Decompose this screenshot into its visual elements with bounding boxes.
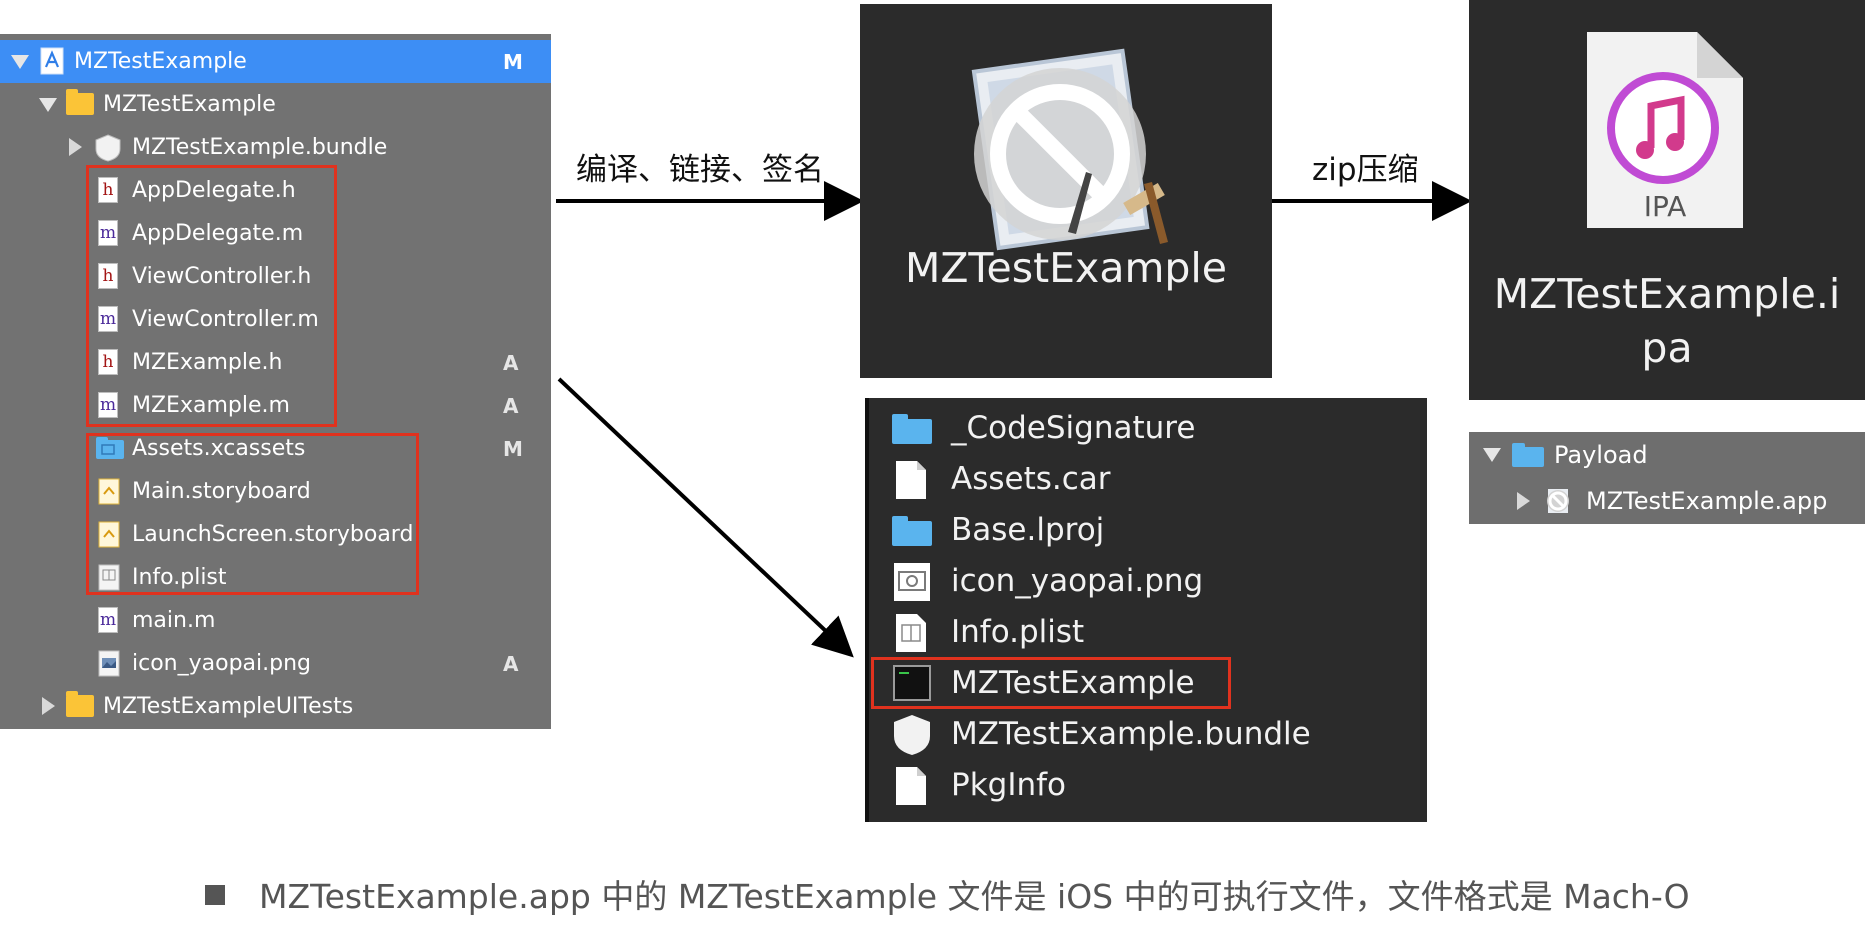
bundle-item[interactable]: Base.lproj xyxy=(869,505,1429,555)
folder-icon xyxy=(1512,443,1544,467)
app-name-label: MZTestExample xyxy=(904,244,1228,292)
bundle-item[interactable]: icon_yaopai.png xyxy=(869,556,1429,606)
payload-folder-row[interactable]: Payload xyxy=(1469,432,1865,478)
ipa-name-line2: pa xyxy=(1641,324,1693,372)
caption-line: MZTestExample.app 中的 MZTestExample 文件是 i… xyxy=(205,870,1690,918)
bundle-item[interactable]: MZTestExample.bundle xyxy=(869,709,1429,759)
payload-panel: Payload MZTestExample.app xyxy=(1469,432,1865,524)
payload-app-label: MZTestExample.app xyxy=(1586,487,1828,515)
app-bundle-icon xyxy=(1547,489,1569,513)
bundle-item-label: _CodeSignature xyxy=(951,410,1196,446)
bundle-item-label: Assets.car xyxy=(951,461,1111,497)
bundle-item-label: Info.plist xyxy=(951,614,1085,650)
square-bullet-icon xyxy=(205,884,225,905)
zip-label: zip压缩 xyxy=(1312,152,1419,188)
caption-text: MZTestExample.app 中的 MZTestExample 文件是 i… xyxy=(259,877,1690,916)
ipa-badge-label: IPA xyxy=(1643,190,1687,223)
folder-icon xyxy=(892,414,932,444)
bundle-item-label: icon_yaopai.png xyxy=(951,563,1204,599)
executable-highlight xyxy=(871,657,1231,709)
payload-label: Payload xyxy=(1554,441,1648,469)
plist-icon xyxy=(896,614,926,652)
image-file-icon xyxy=(894,563,930,601)
bundle-item[interactable]: Info.plist xyxy=(869,607,1429,657)
ipa-name-line1: MZTestExample.i xyxy=(1493,270,1841,318)
app-icon-panel: MZTestExample xyxy=(860,4,1272,378)
document-icon xyxy=(896,767,926,805)
payload-app-row[interactable]: MZTestExample.app xyxy=(1469,478,1865,524)
document-icon xyxy=(896,461,926,499)
bundle-item-label: Base.lproj xyxy=(951,512,1105,548)
app-bundle-contents: _CodeSignature Assets.car Base.lproj ico… xyxy=(865,398,1427,822)
bundle-shield-icon xyxy=(894,715,930,755)
bundle-item-label: PkgInfo xyxy=(951,767,1066,803)
folder-icon xyxy=(892,516,932,546)
ipa-panel: IPA MZTestExample.i pa xyxy=(1469,0,1865,400)
compile-link-sign-label: 编译、链接、签名 xyxy=(576,152,824,188)
disclosure-down-icon[interactable] xyxy=(1483,448,1501,462)
bundle-item[interactable]: Assets.car xyxy=(869,454,1429,504)
bundle-item[interactable]: _CodeSignature xyxy=(869,403,1429,453)
contents-arrow xyxy=(557,377,854,658)
disclosure-right-icon[interactable] xyxy=(1517,492,1530,510)
bundle-item[interactable]: PkgInfo xyxy=(869,760,1429,810)
bundle-item-label: MZTestExample.bundle xyxy=(951,716,1311,752)
generic-app-icon xyxy=(971,48,1168,251)
